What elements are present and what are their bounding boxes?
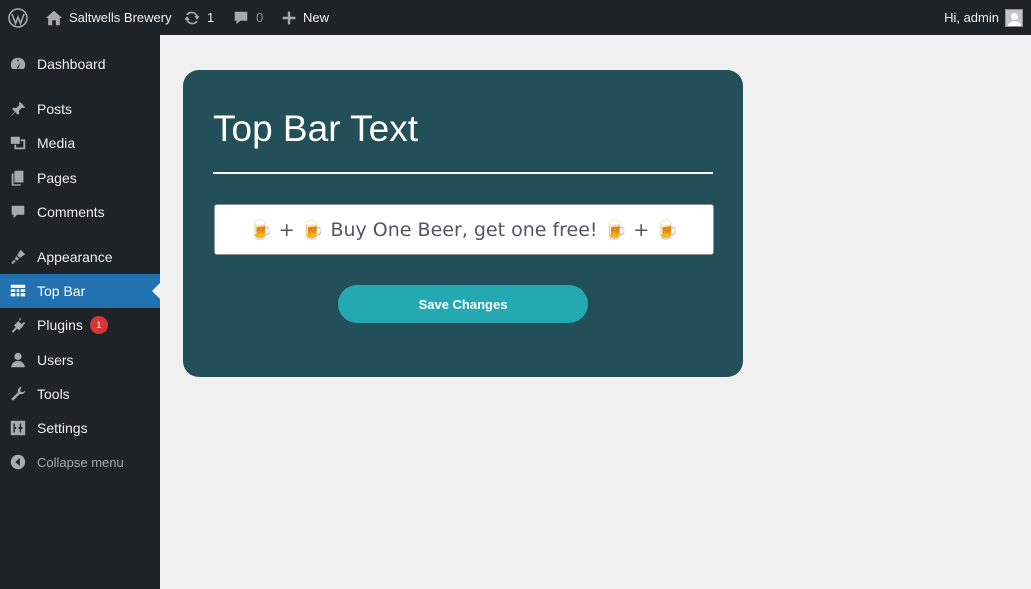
plugin-icon (0, 308, 36, 342)
settings-icon (0, 411, 36, 445)
site-name-link[interactable]: Saltwells Brewery (45, 0, 172, 35)
site-name: Saltwells Brewery (69, 10, 172, 25)
updates-count: 1 (207, 10, 215, 25)
user-icon (0, 343, 36, 377)
wordpress-logo-button[interactable] (0, 0, 36, 35)
dashboard-icon (0, 47, 36, 81)
menu-item-appearance[interactable]: Appearance (0, 240, 160, 274)
new-label: New (303, 10, 330, 25)
menu-label: Top Bar (37, 283, 86, 299)
menu-label: Appearance (37, 249, 113, 265)
title-divider (213, 172, 713, 174)
menu-label: Settings (37, 420, 88, 436)
updates-link[interactable]: 1 (183, 0, 214, 35)
comment-bubble-icon (234, 11, 248, 24)
menu-label: Posts (37, 101, 73, 117)
pages-icon (0, 161, 36, 195)
pushpin-icon (0, 92, 36, 126)
wordpress-logo-icon (8, 7, 28, 28)
home-icon (45, 10, 63, 25)
top-bar-text-input[interactable] (214, 204, 714, 255)
menu-item-users[interactable]: Users (0, 343, 160, 377)
menu-item-top-bar[interactable]: Top Bar (0, 274, 160, 308)
admin-menu: Dashboard Posts Media Pages Comments App… (0, 35, 160, 589)
menu-item-media[interactable]: Media (0, 126, 160, 160)
menu-item-settings[interactable]: Settings (0, 411, 160, 445)
comment-icon (0, 195, 36, 229)
menu-label: Users (37, 352, 74, 368)
paintbrush-icon (0, 240, 36, 274)
new-content-link[interactable]: New (281, 0, 329, 35)
menu-label: Comments (37, 204, 105, 220)
menu-item-plugins[interactable]: Plugins 1 (0, 308, 160, 342)
wrench-icon (0, 377, 36, 411)
collapse-label: Collapse menu (37, 454, 124, 470)
menu-item-dashboard[interactable]: Dashboard (0, 47, 160, 81)
menu-item-comments[interactable]: Comments (0, 195, 160, 229)
updates-icon (184, 11, 200, 24)
greeting: Hi, admin (944, 10, 999, 25)
comments-link[interactable]: 0 (232, 0, 263, 35)
media-icon (0, 126, 36, 160)
menu-item-tools[interactable]: Tools (0, 377, 160, 411)
collapse-menu-button[interactable]: Collapse menu (0, 445, 160, 479)
menu-label: Plugins (37, 317, 83, 333)
comments-count: 0 (256, 10, 264, 25)
save-changes-button[interactable]: Save Changes (338, 285, 588, 323)
plus-icon (282, 11, 296, 24)
plugin-update-badge: 1 (89, 316, 108, 334)
table-icon (0, 274, 36, 308)
my-account-link[interactable]: Hi, admin (944, 0, 1023, 35)
avatar (1005, 8, 1023, 27)
menu-item-pages[interactable]: Pages (0, 161, 160, 195)
menu-label: Pages (37, 170, 77, 186)
menu-label: Dashboard (37, 56, 106, 72)
page-title: Top Bar Text (213, 108, 418, 149)
top-bar-settings-card: Top Bar Text Save Changes (183, 70, 743, 377)
admin-bar: Saltwells Brewery 1 0 New Hi, admin (0, 0, 1031, 35)
collapse-arrow-icon (0, 445, 36, 479)
menu-label: Tools (37, 386, 70, 402)
menu-item-posts[interactable]: Posts (0, 92, 160, 126)
menu-label: Media (37, 135, 76, 151)
